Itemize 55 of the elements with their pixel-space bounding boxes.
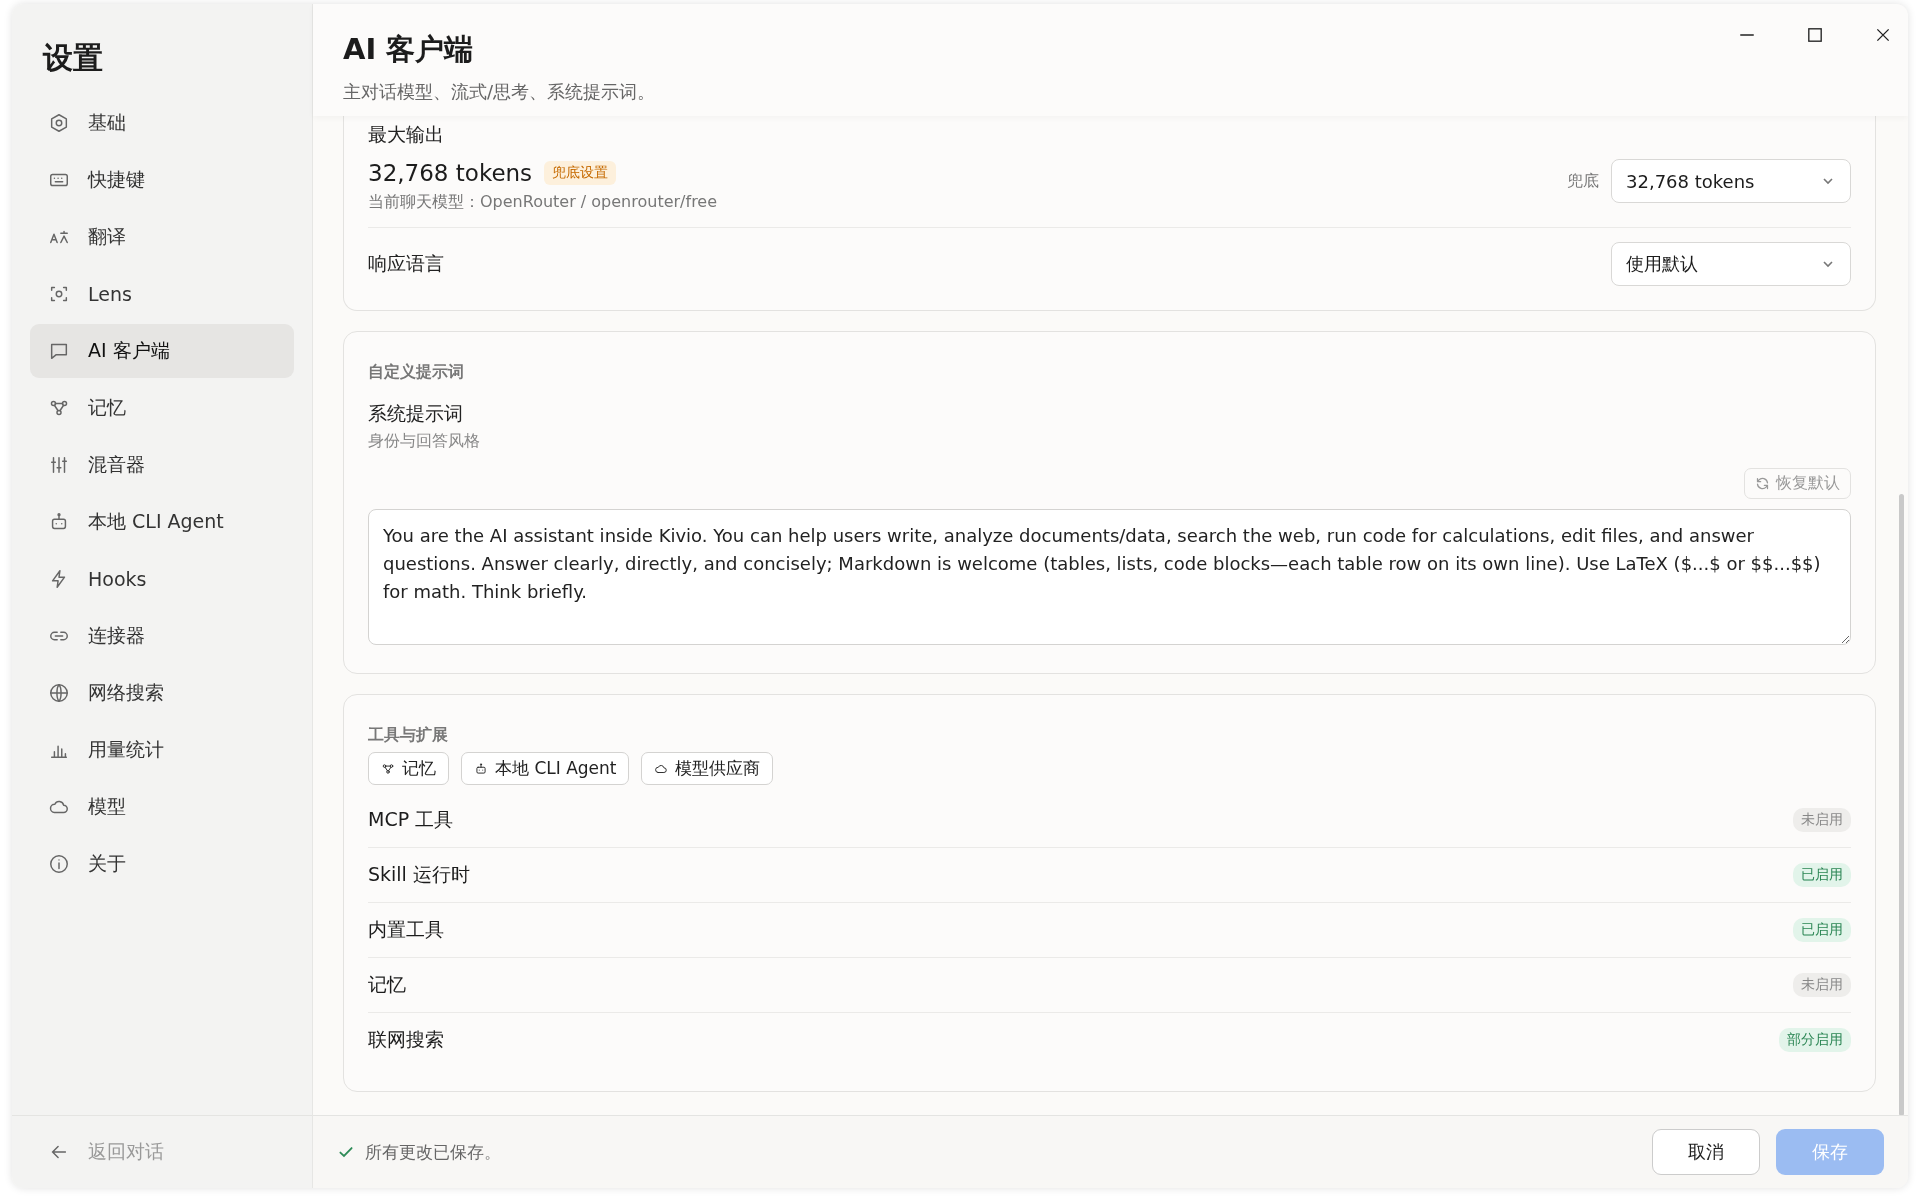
sidebar-item[interactable]: 本地 CLI Agent (30, 495, 294, 549)
setting-label: 最大输出 (368, 122, 445, 147)
info-icon (48, 853, 70, 875)
status-badge: 已启用 (1793, 863, 1851, 887)
model-note: 当前聊天模型：OpenRouter / openrouter/free (368, 192, 718, 213)
select-label: 兜底 (1567, 170, 1599, 192)
sidebar-item[interactable]: Lens (30, 267, 294, 321)
maximize-icon[interactable] (1806, 26, 1824, 44)
sliders-icon (48, 454, 70, 476)
sidebar-item[interactable]: Hooks (30, 552, 294, 606)
status-badge: 未启用 (1793, 808, 1851, 832)
sidebar-title: 设置 (41, 39, 104, 77)
page-title: AI 客户端 (343, 31, 475, 68)
prompt-field[interactable]: You are the AI assistant inside Kivio. You can help users write, analyze documents/data, search the web, run code for calculations, edit files, and answer questions. Answer clearly, directly, and concisely; Markdown is welcome (tables, lists, code blocks—each table row on its own line). Use LaTeX ($...$ or $$...$$) for math. Think briefly. (368, 509, 1851, 645)
sidebar-item[interactable]: 基础 (30, 96, 294, 150)
nodes-icon (381, 761, 395, 776)
sidebar-item[interactable]: AI 客户端 (30, 324, 294, 378)
fallback-tag: 兜底设置 (544, 161, 617, 185)
section-title: 工具与扩展 (368, 725, 449, 746)
globe-icon (48, 682, 70, 704)
setting-label: 系统提示词 (368, 401, 464, 426)
language-select[interactable]: 使用默认 (1611, 242, 1851, 286)
sidebar-item[interactable]: 模型 (30, 780, 294, 834)
sidebar-item[interactable]: 网络搜索 (30, 666, 294, 720)
sidebar-item[interactable]: 用量统计 (30, 723, 294, 777)
sidebar-item[interactable]: 混音器 (30, 438, 294, 492)
shortcut-chip[interactable]: 模型供应商 (641, 752, 774, 785)
token-value: 32,768 tokens (368, 160, 533, 186)
tool-label: 联网搜索 (368, 1027, 444, 1052)
page-subtitle: 主对话模型、流式/思考、系统提示词。 (343, 80, 656, 104)
close-icon[interactable] (1874, 26, 1892, 44)
sidebar-item[interactable]: 快捷键 (30, 153, 294, 207)
tool-label: 记忆 (368, 972, 406, 997)
tool-label: MCP 工具 (368, 807, 454, 832)
section-title: 自定义提示词 (368, 362, 465, 383)
status-badge: 已启用 (1793, 918, 1851, 942)
scrollbar-thumb[interactable] (1899, 494, 1904, 1115)
save-status: 所有更改已保存。 (365, 1140, 501, 1164)
shortcut-chip[interactable]: 记忆 (368, 752, 449, 785)
setting-label: 响应语言 (368, 251, 444, 276)
sidebar-item[interactable]: 连接器 (30, 609, 294, 663)
shortcut-chip[interactable]: 本地 CLI Agent (461, 752, 630, 785)
setting-hint: 身份与回答风格 (368, 431, 481, 452)
sidebar-item[interactable]: 关于 (30, 837, 294, 891)
sidebar-item[interactable]: 记忆 (30, 381, 294, 435)
refresh-icon (1755, 476, 1770, 491)
hexagon-icon (48, 112, 70, 134)
robot-icon (474, 761, 488, 776)
cancel-button[interactable]: 取消 (1652, 1129, 1760, 1175)
sidebar-item[interactable]: 翻译 (30, 210, 294, 264)
token-select[interactable]: 32,768 tokens (1611, 159, 1851, 203)
tool-label: Skill 运行时 (368, 862, 470, 887)
status-badge: 部分启用 (1779, 1028, 1851, 1052)
status-badge: 未启用 (1793, 973, 1851, 997)
tool-label: 内置工具 (368, 917, 444, 942)
